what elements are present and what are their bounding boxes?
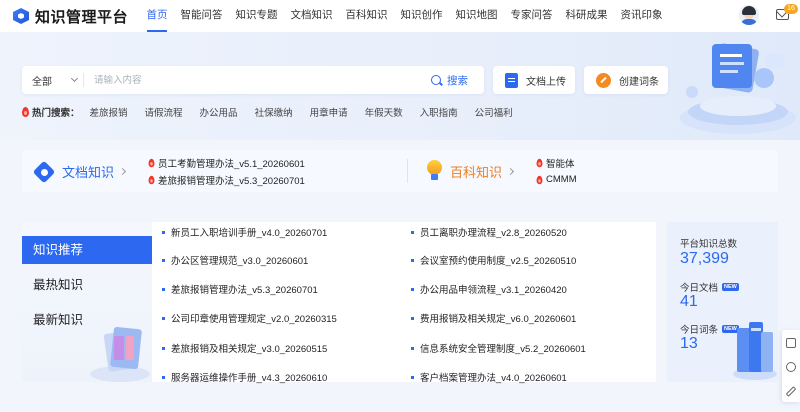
list-item[interactable]: 公司印章使用管理规定_v2.0_20260315 — [162, 311, 337, 325]
nav-item-research[interactable]: 科研成果 — [559, 0, 614, 32]
document-icon — [505, 72, 518, 88]
flame-icon — [536, 175, 543, 184]
list-item[interactable]: 客户档案管理办法_v4.0_20260601 — [411, 370, 567, 384]
list-item[interactable]: 新员工入职培训手册_v4.0_20260701 — [162, 225, 327, 239]
user-avatar[interactable] — [739, 5, 759, 25]
encyclopedia-title: 百科知识 — [450, 164, 503, 180]
search-input[interactable] — [84, 67, 431, 93]
chevron-right-icon — [118, 167, 127, 175]
hot-tag[interactable]: 差旅报销 — [90, 105, 128, 119]
list-item[interactable]: 员工离职办理流程_v2.8_20260520 — [411, 225, 567, 239]
total-knowledge-value: 37,399 — [680, 250, 729, 267]
list-item[interactable]: 差旅报销及相关规定_v3.0_20260515 — [162, 341, 327, 355]
chevron-down-icon — [70, 74, 79, 83]
list-item[interactable]: 差旅报销管理办法_v5.3_20260701 — [148, 171, 305, 188]
tab-hottest[interactable]: 最热知识 — [22, 271, 152, 299]
list-item[interactable]: 服务器运维操作手册_v4.3_20260610 — [162, 370, 327, 384]
mail-count-badge: 16 — [784, 4, 798, 14]
today-docs-value: 41 — [680, 293, 698, 310]
main-nav: 首页 智能问答 知识专题 文档知识 百科知识 知识创作 知识地图 专家问答 科研… — [140, 0, 669, 32]
today-terms-value: 13 — [680, 335, 698, 352]
flame-icon — [22, 107, 29, 117]
category-select-value: 全部 — [32, 76, 52, 88]
nav-item-news[interactable]: 资讯印象 — [614, 0, 669, 32]
total-knowledge-label: 平台知识总数 — [680, 239, 738, 250]
list-item[interactable]: 会议室预约使用制度_v2.5_20260510 — [411, 253, 576, 267]
list-item[interactable]: 信息系统安全管理制度_v5.2_20260601 — [411, 341, 586, 355]
hot-tag[interactable]: 办公用品 — [200, 105, 238, 119]
hot-search-label: 热门搜索： — [22, 105, 80, 119]
list-item[interactable]: 办公区管理规范_v3.0_20260601 — [162, 253, 308, 267]
flame-icon — [148, 175, 155, 184]
doc-knowledge-icon — [32, 160, 56, 184]
floating-toolbar — [782, 330, 800, 402]
feedback-icon[interactable] — [786, 338, 796, 348]
books-illustration — [733, 322, 777, 380]
nav-item-knowledge-map[interactable]: 知识地图 — [449, 0, 504, 32]
flame-icon — [536, 158, 543, 167]
nav-item-encyclopedia[interactable]: 百科知识 — [339, 0, 394, 32]
hot-search-row: 热门搜索： 差旅报销 请假流程 办公用品 社保缴纳 用章申请 年假天数 入职指南… — [22, 105, 530, 119]
hot-tag[interactable]: 公司福利 — [475, 105, 513, 119]
hero-banner: 全部 搜索 文档上传 创建词条 热门搜索： 差旅报销 请假流程 办公用品 社保缴… — [0, 32, 800, 140]
list-item[interactable]: 员工考勤管理办法_v5.1_20260601 — [148, 154, 305, 171]
folder-illustration — [90, 326, 150, 382]
divider — [407, 159, 408, 183]
hot-tag[interactable]: 社保缴纳 — [255, 105, 293, 119]
create-entry-label: 创建词条 — [619, 76, 659, 88]
list-item[interactable]: 办公用品申领流程_v3.1_20260420 — [411, 282, 567, 296]
hot-tag[interactable]: 入职指南 — [420, 105, 458, 119]
top-navbar: 知识管理平台 首页 智能问答 知识专题 文档知识 百科知识 知识创作 知识地图 … — [0, 0, 800, 32]
nav-item-smart-qa[interactable]: 智能问答 — [174, 0, 229, 32]
nav-item-expert-qa[interactable]: 专家问答 — [504, 0, 559, 32]
recommend-panel: 知识推荐 最热知识 最新知识 新员工入职培训手册_v4.0_20260701 办… — [22, 222, 656, 384]
nav-item-creation[interactable]: 知识创作 — [394, 0, 449, 32]
tab-recommended[interactable]: 知识推荐 — [22, 236, 152, 264]
list-item[interactable]: 智能体 — [536, 154, 577, 171]
search-bar: 全部 搜索 — [22, 66, 484, 94]
hot-tag[interactable]: 用章申请 — [310, 105, 348, 119]
category-select[interactable]: 全部 — [22, 73, 84, 88]
list-item[interactable]: 费用报销及相关规定_v6.0_20260601 — [411, 311, 576, 325]
upload-document-label: 文档上传 — [526, 76, 566, 88]
hot-tag[interactable]: 年假天数 — [365, 105, 403, 119]
stats-card: 平台知识总数 37,399 今日文档 NEW 41 今日词条 NEW 13 — [667, 222, 778, 382]
doc-knowledge-list: 员工考勤管理办法_v5.1_20260601 差旅报销管理办法_v5.3_202… — [148, 154, 305, 188]
upload-document-button[interactable]: 文档上传 — [493, 66, 575, 94]
new-badge: NEW — [722, 283, 739, 291]
side-tabs: 知识推荐 最热知识 最新知识 — [22, 222, 152, 382]
brand-name: 知识管理平台 — [35, 8, 129, 26]
flame-icon — [148, 158, 155, 167]
hero-illustration — [680, 43, 796, 134]
search-button[interactable]: 搜索 — [431, 73, 484, 88]
edit-icon — [596, 72, 611, 88]
list-item[interactable]: CMMM — [536, 171, 577, 188]
hot-tag[interactable]: 请假流程 — [145, 105, 183, 119]
encyclopedia-list: 智能体 CMMM — [536, 154, 577, 188]
brand-logo[interactable]: 知识管理平台 — [12, 6, 132, 27]
hexagon-logo-icon — [12, 7, 30, 25]
chevron-right-icon — [506, 167, 515, 175]
nav-item-home[interactable]: 首页 — [140, 0, 174, 32]
knowledge-strip: 文档知识 员工考勤管理办法_v5.1_20260601 差旅报销管理办法_v5.… — [22, 150, 778, 192]
search-icon — [431, 75, 441, 85]
search-button-label: 搜索 — [447, 74, 468, 87]
phone-icon[interactable] — [786, 362, 796, 372]
nav-item-doc-knowledge[interactable]: 文档知识 — [284, 0, 339, 32]
doc-knowledge-title: 文档知识 — [62, 164, 115, 180]
today-docs-label: 今日文档 NEW — [680, 283, 739, 294]
encyclopedia-link[interactable]: 百科知识 — [426, 150, 515, 192]
lightbulb-icon — [426, 160, 444, 182]
list-item[interactable]: 差旅报销管理办法_v5.3_20260701 — [162, 282, 318, 296]
pencil-icon[interactable] — [785, 386, 797, 397]
doc-knowledge-link[interactable]: 文档知识 — [32, 150, 127, 192]
nav-item-topics[interactable]: 知识专题 — [229, 0, 284, 32]
